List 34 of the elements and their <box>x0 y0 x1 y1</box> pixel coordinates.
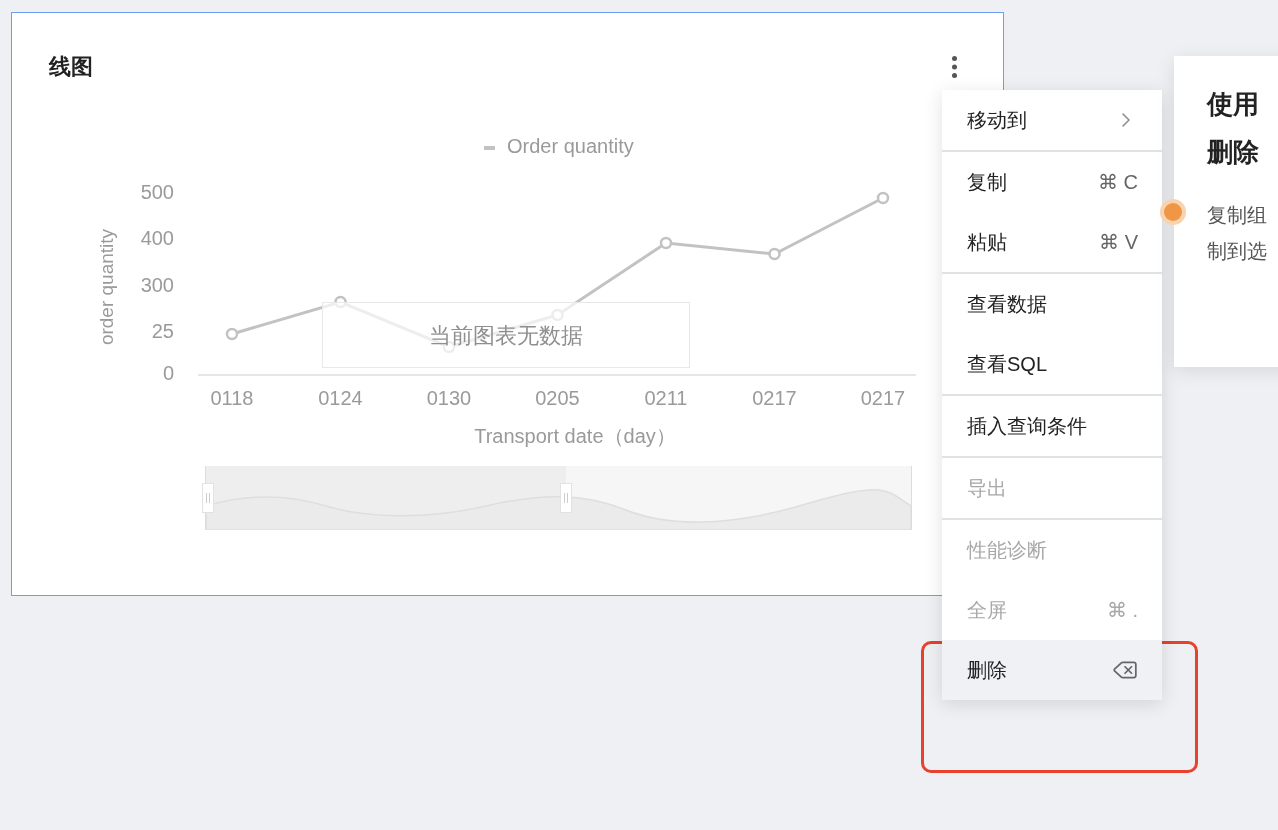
slider-handle[interactable] <box>559 483 572 513</box>
x-axis-title: Transport date（day） <box>474 425 676 448</box>
y-tick-label: 0 <box>162 362 174 385</box>
x-tick-label: 0205 <box>535 387 580 410</box>
slider-handle[interactable] <box>202 483 214 513</box>
kebab-menu-icon <box>951 56 957 78</box>
x-tick-label: 0217 <box>860 387 906 410</box>
menu-item[interactable]: 删除 <box>942 640 1162 700</box>
x-tick-label: 0211 <box>644 387 688 410</box>
y-tick-label: 500 <box>140 181 174 204</box>
card-title: 线图 <box>49 53 93 81</box>
menu-item[interactable]: 查看数据 <box>942 274 1162 334</box>
legend-label: Order quantity <box>507 135 634 158</box>
x-tick-label: 0124 <box>318 387 363 410</box>
shortcut-label: ⌘ V <box>1099 230 1138 255</box>
menu-item[interactable]: 查看SQL <box>942 334 1162 394</box>
menu-item[interactable]: 复制 ⌘ C <box>942 152 1162 212</box>
menu-item[interactable]: 插入查询条件 <box>942 396 1162 456</box>
range-slider[interactable] <box>205 466 912 530</box>
x-tick-label: 0118 <box>210 387 254 410</box>
y-axis-title: order quantity <box>96 228 117 346</box>
popover-title: 使用 删除 <box>1207 88 1259 169</box>
x-tick-label: 0130 <box>426 387 472 410</box>
shortcut-label: ⌘ . <box>1106 598 1138 623</box>
y-tick-label: 300 <box>140 274 174 297</box>
menu-item[interactable]: 移动到 <box>942 90 1162 150</box>
shortcut-label: ⌘ C <box>1098 170 1138 195</box>
x-tick-label: 0217 <box>752 387 797 410</box>
y-tick-label: 25 <box>151 320 174 343</box>
y-tick-label: 400 <box>140 227 174 250</box>
popover-text: 复制组 制到选 <box>1207 203 1267 264</box>
legend-marker-icon <box>484 146 495 150</box>
menu-item[interactable]: 粘贴 ⌘ V <box>942 212 1162 272</box>
no-data-message: 当前图表无数据 <box>322 302 690 368</box>
